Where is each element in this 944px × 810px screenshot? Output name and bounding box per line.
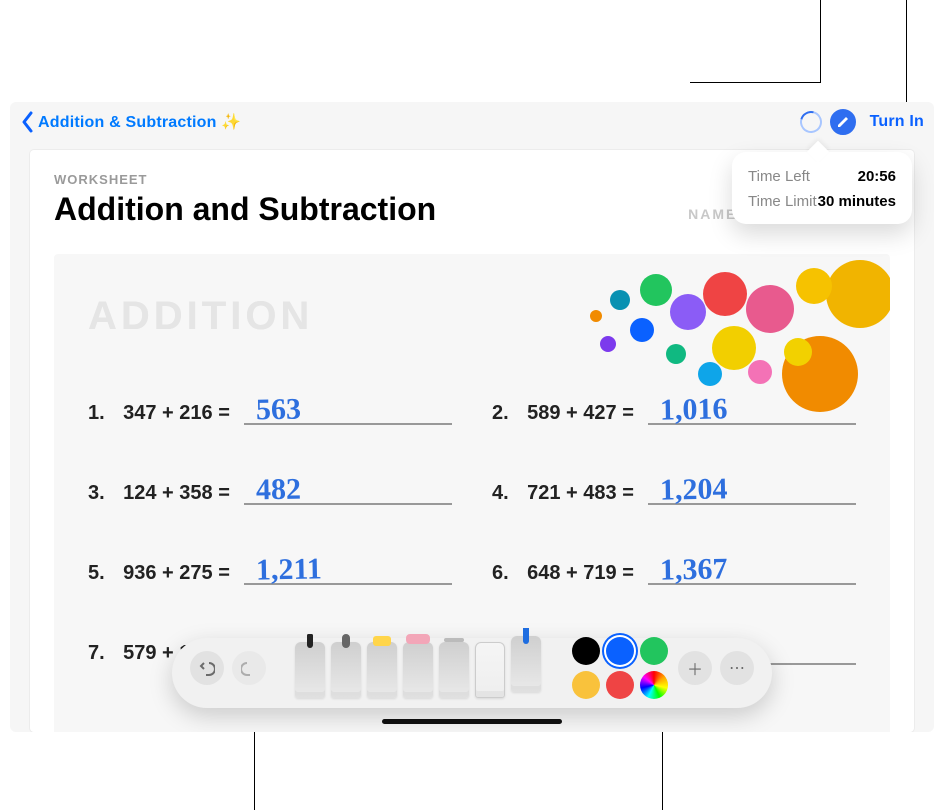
ellipsis-icon: ⋯	[729, 658, 745, 678]
deco-dot	[796, 268, 832, 304]
callout-line-timer	[820, 0, 821, 82]
time-left-row: Time Left 20:56	[748, 164, 896, 189]
time-limit-row: Time Limit 30 minutes	[748, 189, 896, 214]
deco-dot	[784, 338, 812, 366]
problem-number: 4.	[492, 482, 516, 505]
answer-handwriting: 563	[256, 395, 302, 426]
deco-dot	[640, 274, 672, 306]
deco-dot	[666, 344, 686, 364]
redo-button[interactable]	[232, 651, 266, 685]
device-screen: Addition & Subtraction ✨ Turn In Time Le…	[10, 102, 934, 732]
answer-line[interactable]: 1,211	[244, 549, 452, 585]
markup-toolbar: ＋ ⋯	[172, 638, 772, 708]
back-title: Addition & Subtraction ✨	[38, 112, 241, 132]
swatch-picker[interactable]	[640, 671, 668, 699]
answer-handwriting: 1,204	[660, 474, 728, 505]
time-limit-label: Time Limit	[748, 193, 817, 210]
deco-dot	[703, 272, 747, 316]
ruler-tool[interactable]	[475, 642, 505, 698]
deco-dot	[610, 290, 630, 310]
swatch-yellow[interactable]	[572, 671, 600, 699]
problem-equation: 936 + 275 =	[112, 562, 230, 585]
brush-tool[interactable]	[331, 642, 361, 698]
answer-handwriting: 1,211	[256, 554, 322, 585]
plus-icon: ＋	[687, 656, 703, 680]
swatch-black[interactable]	[572, 637, 600, 665]
problem-number: 7.	[88, 642, 112, 665]
answer-handwriting: 1,016	[660, 394, 728, 425]
back-button[interactable]: Addition & Subtraction ✨	[20, 111, 241, 133]
markup-mode-icon[interactable]	[830, 109, 856, 135]
problem-number: 5.	[88, 562, 112, 585]
problem-equation: 347 + 216 =	[112, 402, 230, 425]
answer-handwriting: 482	[256, 475, 302, 506]
problem-equation: 124 + 358 =	[112, 482, 230, 505]
lasso-tool[interactable]	[439, 642, 469, 698]
problem-row: 3. 124 + 358 = 482	[88, 469, 452, 505]
answer-line[interactable]: 1,367	[648, 549, 856, 585]
problem-number: 6.	[492, 562, 516, 585]
problem-equation: 648 + 719 =	[516, 562, 634, 585]
timer-icon[interactable]	[796, 107, 826, 137]
deco-dot	[746, 285, 794, 333]
swatch-blue[interactable]	[606, 637, 634, 665]
time-limit-value: 30 minutes	[818, 193, 896, 210]
problem-row: 5. 936 + 275 = 1,211	[88, 549, 452, 585]
eraser-tool[interactable]	[403, 642, 433, 698]
color-swatches	[572, 637, 668, 699]
answer-line[interactable]: 563	[244, 389, 452, 425]
time-left-value: 20:56	[858, 168, 896, 185]
callout-line-tool-left	[254, 720, 255, 810]
redo-icon	[241, 660, 257, 676]
undo-icon	[199, 660, 215, 676]
add-button[interactable]: ＋	[678, 651, 712, 685]
pencil-glyph-icon	[836, 115, 850, 129]
navigation-bar: Addition & Subtraction ✨ Turn In	[10, 102, 934, 142]
answer-line[interactable]: 482	[244, 469, 452, 505]
swatch-green[interactable]	[640, 637, 668, 665]
problem-equation: 721 + 483 =	[516, 482, 634, 505]
problem-number: 2.	[492, 402, 516, 425]
tool-tray	[270, 638, 566, 698]
callout-line-tool-right	[662, 720, 663, 810]
deco-dot	[698, 362, 722, 386]
pencil-tool[interactable]	[511, 636, 541, 692]
more-button[interactable]: ⋯	[720, 651, 754, 685]
deco-dot	[748, 360, 772, 384]
swatch-red[interactable]	[606, 671, 634, 699]
highlighter-tool[interactable]	[367, 642, 397, 698]
answer-line[interactable]: 1,204	[648, 469, 856, 505]
problem-number: 3.	[88, 482, 112, 505]
problem-row: 6. 648 + 719 = 1,367	[492, 549, 856, 585]
turn-in-button[interactable]: Turn In	[870, 113, 924, 131]
time-left-label: Time Left	[748, 168, 810, 185]
problem-number: 1.	[88, 402, 112, 425]
callout-line-turn-in	[906, 0, 907, 104]
deco-dot	[590, 310, 602, 322]
deco-dot	[600, 336, 616, 352]
time-popover: Time Left 20:56 Time Limit 30 minutes	[732, 152, 912, 224]
undo-button[interactable]	[190, 651, 224, 685]
deco-dot	[670, 294, 706, 330]
chevron-left-icon	[20, 111, 34, 133]
pen-tool[interactable]	[295, 642, 325, 698]
callout-line-timer-h	[690, 82, 821, 83]
problem-row: 1. 347 + 216 = 563	[88, 389, 452, 425]
deco-dot	[712, 326, 756, 370]
deco-dot	[826, 260, 890, 328]
answer-handwriting: 1,367	[660, 554, 728, 585]
deco-dot	[630, 318, 654, 342]
page-title: Addition and Subtraction	[54, 191, 436, 228]
problem-row: 4. 721 + 483 = 1,204	[492, 469, 856, 505]
problem-grid: 1. 347 + 216 =5632. 589 + 427 =1,0163. 1…	[88, 389, 856, 665]
worksheet-eyebrow: WORKSHEET	[54, 172, 436, 187]
home-indicator[interactable]	[382, 719, 562, 724]
